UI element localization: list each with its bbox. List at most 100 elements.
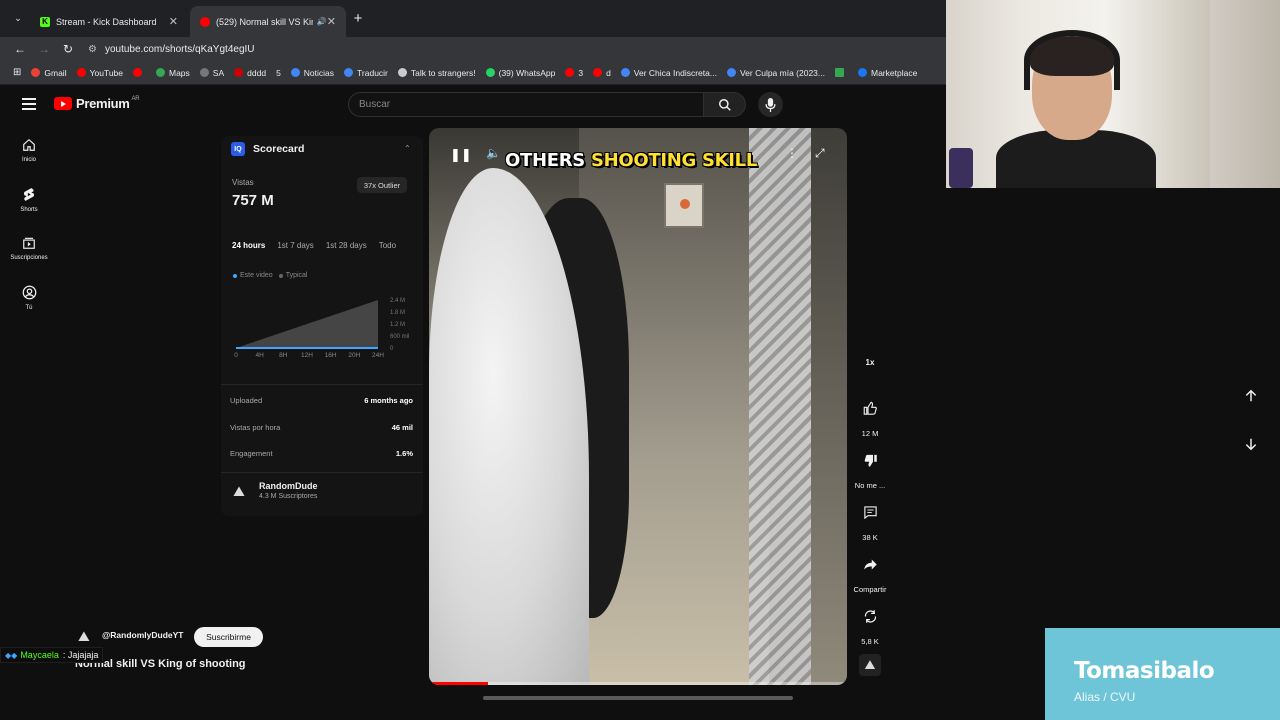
bookmark-icon bbox=[234, 68, 244, 77]
address-bar: ← → ↻ ⚙ youtube.com/shorts/qKaYgt4egIU bbox=[0, 37, 946, 61]
sidebar-item-shorts[interactable]: Shorts bbox=[0, 187, 58, 213]
globe-icon bbox=[199, 68, 209, 77]
translate-icon bbox=[344, 68, 354, 77]
x-tick-label: 0 bbox=[234, 352, 238, 359]
subscribe-button[interactable]: Suscribirme bbox=[194, 627, 263, 647]
reload-icon[interactable]: ↻ bbox=[56, 37, 80, 61]
sidebar-item-subscriptions[interactable]: Suscripciones bbox=[0, 236, 58, 261]
scorecard-channel[interactable]: ⛰ RandomDude 4.3 M Suscriptores bbox=[230, 481, 318, 500]
apps-grid-icon[interactable]: ⊞ bbox=[13, 67, 21, 78]
bookmark-youtube-2[interactable] bbox=[133, 68, 146, 77]
back-icon[interactable]: ← bbox=[8, 37, 32, 61]
scorecard-tabs: 24 hours 1st 7 days 1st 28 days Todo bbox=[232, 238, 408, 253]
chevron-up-icon[interactable]: ⌃ bbox=[404, 144, 411, 153]
dislike-icon bbox=[855, 445, 885, 475]
bookmark-green[interactable] bbox=[835, 68, 848, 77]
legend-this-video: Este video bbox=[233, 272, 273, 279]
browser-tab-bar: ⌄ K Stream - Kick Dashboard ✕ (529) Norm… bbox=[0, 0, 946, 37]
browser-tab-kick[interactable]: K Stream - Kick Dashboard ✕ bbox=[30, 6, 188, 37]
tab-first-7-days[interactable]: 1st 7 days bbox=[277, 238, 313, 253]
x-tick-label: 12H bbox=[301, 352, 313, 359]
channel-handle[interactable]: @RandomlyDudeYT bbox=[102, 630, 184, 640]
youtube-icon bbox=[593, 68, 603, 77]
bookmark-chica[interactable]: Ver Chica Indiscreta... bbox=[620, 68, 717, 78]
like-icon bbox=[855, 393, 885, 423]
movie-icon bbox=[620, 68, 630, 77]
scorecard-header[interactable]: IQ Scorecard bbox=[231, 142, 304, 156]
browser-tab-youtube[interactable]: (529) Normal skill VS King o 🔊 ✕ bbox=[190, 6, 346, 37]
youtube-icon bbox=[565, 68, 575, 77]
share-button[interactable]: Compartir bbox=[852, 549, 888, 594]
menu-icon[interactable] bbox=[22, 98, 36, 110]
bookmark-gmail[interactable]: Gmail bbox=[31, 68, 67, 78]
shorts-video-player[interactable] bbox=[429, 128, 847, 685]
arrow-up-icon bbox=[1245, 389, 1257, 402]
bookmark-noticias[interactable]: Noticias bbox=[290, 68, 334, 78]
voice-search-button[interactable] bbox=[758, 92, 783, 117]
speed-control[interactable]: 1x bbox=[852, 358, 888, 367]
video-caption: OTHERS SHOOTING SKILL bbox=[505, 150, 757, 171]
fullscreen-icon[interactable]: ⤢ bbox=[815, 146, 825, 161]
tab-first-28-days[interactable]: 1st 28 days bbox=[326, 238, 367, 253]
bookmarks-bar: ⊞ Gmail YouTube Maps SA dddd 5 Noticias … bbox=[0, 61, 946, 85]
bookmark-marketplace[interactable]: Marketplace bbox=[858, 68, 917, 78]
site-info-icon[interactable]: ⚙ bbox=[88, 44, 97, 55]
outlier-badge: 37x Outlier bbox=[357, 177, 407, 193]
home-icon bbox=[23, 138, 35, 151]
youtube-icon bbox=[76, 68, 86, 77]
bookmark-youtube[interactable]: YouTube bbox=[76, 68, 123, 78]
vidiq-logo-icon: IQ bbox=[231, 142, 245, 156]
forward-icon[interactable]: → bbox=[32, 37, 56, 61]
dislike-button[interactable]: No me ... bbox=[852, 445, 888, 490]
video-progress-bar[interactable] bbox=[429, 682, 847, 685]
bookmark-talk-to-strangers[interactable]: Talk to strangers! bbox=[397, 68, 476, 78]
previous-video-button[interactable] bbox=[1238, 383, 1264, 409]
bookmark-culpa[interactable]: Ver Culpa mía (2023... bbox=[726, 68, 825, 78]
typical-area bbox=[236, 300, 378, 348]
bookmark-maps[interactable]: Maps bbox=[156, 68, 190, 78]
channel-avatar: ⛰ bbox=[233, 482, 245, 499]
bookmark-dddd[interactable]: dddd bbox=[234, 68, 266, 78]
bookmark-traducir[interactable]: Traducir bbox=[344, 68, 388, 78]
close-icon[interactable]: ✕ bbox=[169, 15, 178, 28]
audio-icon[interactable]: 🔊 bbox=[317, 17, 327, 26]
channel-avatar-icon[interactable]: ⛰ bbox=[78, 628, 90, 645]
scroll-indicator bbox=[483, 696, 793, 700]
youtube-logo-icon bbox=[54, 97, 72, 110]
tab-search-icon[interactable]: ⌄ bbox=[6, 6, 30, 30]
chat-message: ◆◆ Maycaela : Jajajaja bbox=[0, 647, 104, 663]
close-icon[interactable]: ✕ bbox=[327, 15, 336, 28]
more-options-icon[interactable]: ⋮ bbox=[786, 146, 798, 160]
next-video-button[interactable] bbox=[1238, 431, 1264, 457]
tab-all[interactable]: Todo bbox=[379, 238, 396, 253]
y-tick-label: 0 bbox=[390, 346, 394, 352]
facebook-icon bbox=[858, 68, 867, 77]
bookmark-sa[interactable]: SA bbox=[199, 68, 224, 78]
streamer-alias-label: Alias / CVU bbox=[1074, 690, 1136, 704]
bookmark-3[interactable]: 3 bbox=[565, 68, 583, 78]
url-field[interactable]: ⚙ youtube.com/shorts/qKaYgt4egIU bbox=[88, 44, 255, 55]
channel-name: RandomDude bbox=[259, 481, 318, 491]
bookmark-d[interactable]: d bbox=[593, 68, 611, 78]
x-tick-label: 20H bbox=[348, 352, 360, 359]
comments-button[interactable]: 38 K bbox=[852, 497, 888, 542]
sidebar-item-home[interactable]: Inicio bbox=[0, 138, 58, 163]
speed-icon: 1x bbox=[865, 358, 875, 367]
tab-24-hours[interactable]: 24 hours bbox=[232, 238, 265, 253]
like-button[interactable]: 12 M bbox=[852, 393, 888, 438]
remix-button[interactable]: 5,8 K bbox=[852, 601, 888, 646]
bookmark-5[interactable]: 5 bbox=[276, 68, 281, 78]
stream-overlay: Tomasibalo Alias / CVU bbox=[1045, 628, 1280, 720]
pause-icon[interactable]: ❚❚ bbox=[450, 147, 472, 163]
search-button[interactable] bbox=[704, 92, 746, 117]
new-tab-button[interactable]: + bbox=[346, 6, 370, 30]
volume-icon[interactable]: 🔈 bbox=[486, 146, 501, 160]
search-input[interactable]: Buscar bbox=[348, 92, 704, 117]
badge-icon: ◆◆ bbox=[5, 650, 18, 660]
sidebar-item-you[interactable]: Tú bbox=[0, 285, 58, 311]
youtube-premium-logo[interactable]: Premium AR bbox=[54, 96, 140, 111]
subscriptions-icon bbox=[23, 237, 35, 249]
scorecard-title: Scorecard bbox=[253, 143, 305, 155]
channel-avatar[interactable]: ⛰ bbox=[859, 654, 881, 676]
bookmark-whatsapp[interactable]: (39) WhatsApp bbox=[485, 68, 555, 78]
